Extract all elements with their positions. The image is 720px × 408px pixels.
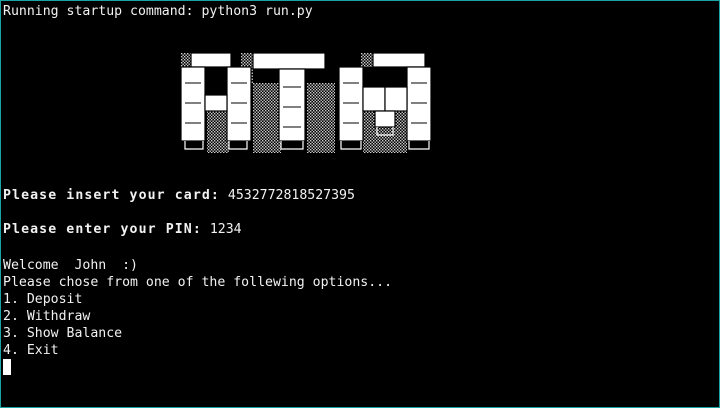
- card-prompt: Please insert your card:: [3, 188, 220, 203]
- startup-command-line: Running startup command: python3 run.py: [3, 4, 313, 19]
- pin-line: Please enter your PIN: 1234: [3, 221, 242, 238]
- options-prompt: Please chose from one of the follewing o…: [3, 275, 393, 290]
- card-number-value: 4532772818527395: [227, 188, 355, 203]
- option-show-balance: 3. Show Balance: [3, 326, 123, 341]
- option-exit: 4. Exit: [3, 343, 59, 358]
- option-deposit: 1. Deposit: [3, 292, 83, 307]
- pin-value: 1234: [209, 222, 242, 237]
- terminal-window[interactable]: Running startup command: python3 run.py: [0, 0, 720, 408]
- welcome-message: Welcome John :): [3, 258, 138, 273]
- pin-prompt: Please enter your PIN:: [3, 222, 202, 237]
- card-line: Please insert your card: 453277281852739…: [3, 187, 355, 204]
- atm-ascii-logo: [181, 53, 432, 153]
- terminal-cursor[interactable]: [3, 359, 11, 375]
- option-withdraw: 2. Withdraw: [3, 309, 91, 324]
